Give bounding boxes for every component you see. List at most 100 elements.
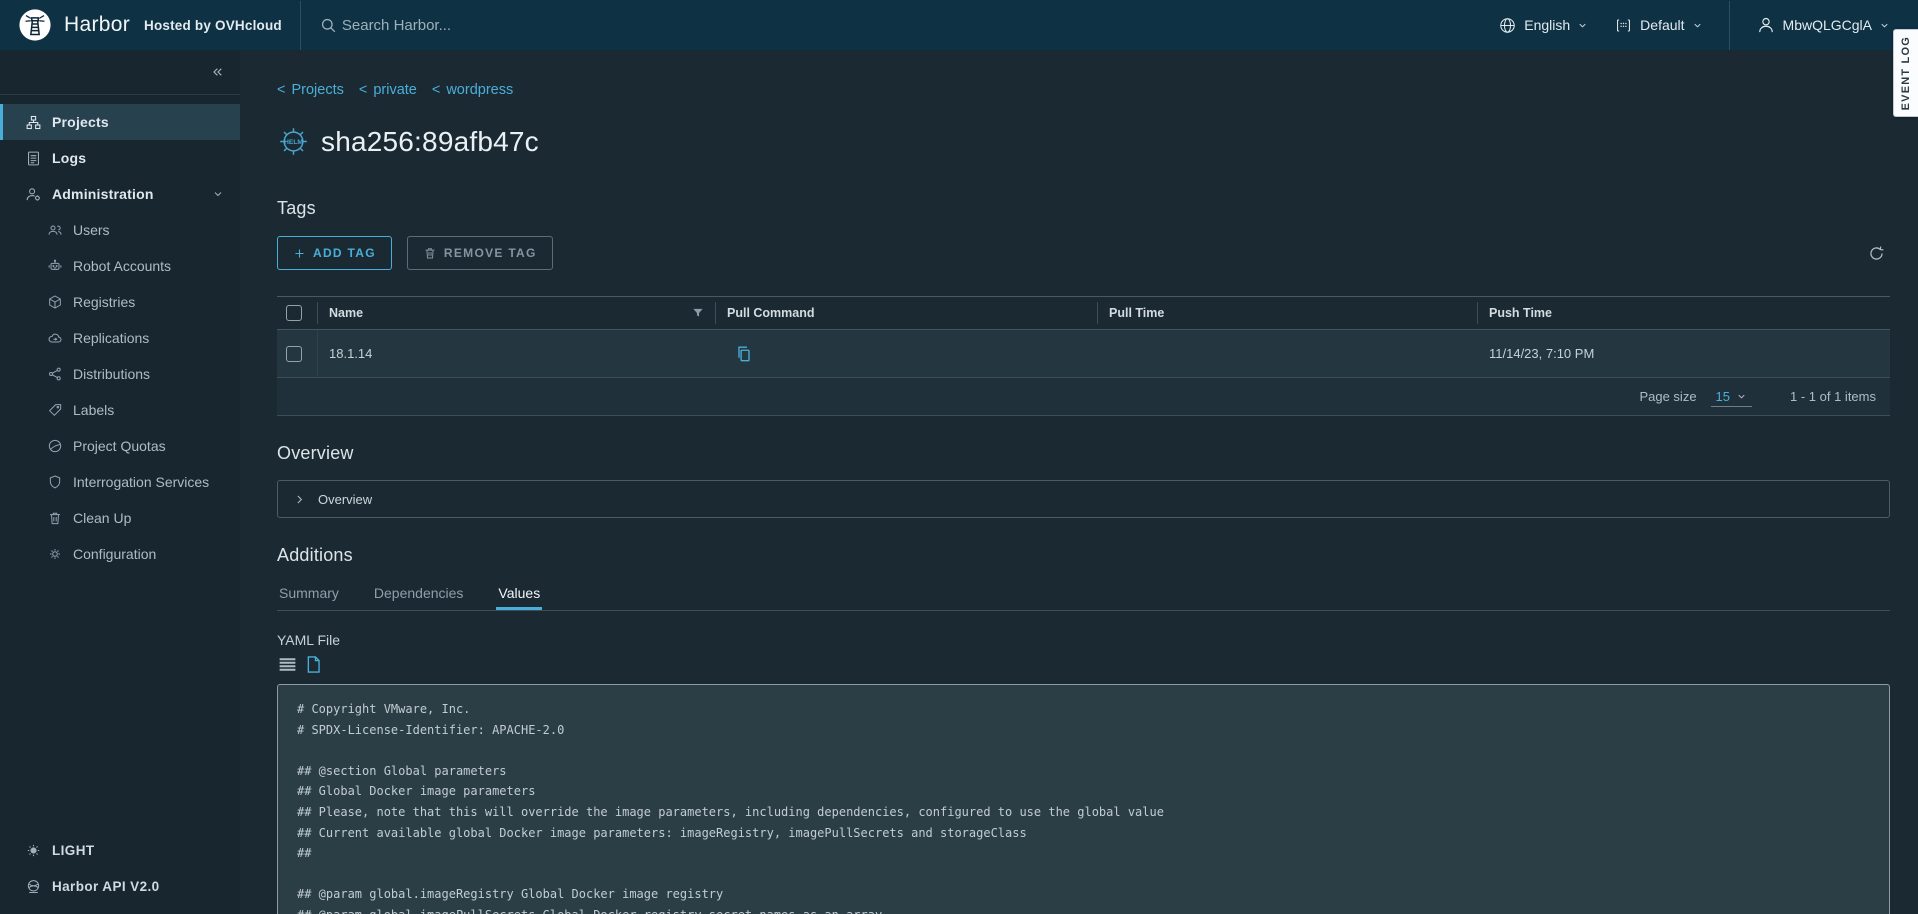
tab-summary[interactable]: Summary (277, 579, 341, 610)
sidebar-item-label: Distributions (73, 366, 150, 382)
sidebar-footer: LIGHT Harbor API V2.0 (0, 832, 240, 904)
overview-accordion-label: Overview (318, 492, 372, 507)
table-header-row: Name Pull Command Pull Time Push Time (277, 296, 1890, 330)
remove-tag-label: REMOVE TAG (444, 246, 537, 260)
page-size-label: Page size (1639, 389, 1696, 404)
page-size-select[interactable]: 15 (1711, 387, 1752, 407)
user-icon (1756, 15, 1776, 35)
collapse-sidebar-button[interactable] (0, 50, 240, 95)
tags-section-title: Tags (277, 198, 1890, 219)
yaml-code-block[interactable]: # Copyright VMware, Inc. # SPDX-License-… (277, 684, 1890, 914)
refresh-button[interactable] (1867, 244, 1886, 263)
language-label: English (1524, 17, 1570, 33)
quota-icon (47, 438, 63, 454)
breadcrumb-private[interactable]: < private (359, 82, 417, 98)
sidebar-item-label: Project Quotas (73, 438, 166, 454)
share-icon (47, 366, 63, 382)
chevron-down-icon (1577, 20, 1588, 31)
row-checkbox[interactable] (286, 346, 302, 362)
breadcrumb-label: wordpress (446, 82, 513, 98)
sidebar-item-label: Configuration (73, 546, 156, 562)
breadcrumb-projects[interactable]: < Projects (277, 82, 344, 98)
breadcrumb-label: private (373, 82, 417, 98)
list-view-icon[interactable] (277, 654, 298, 675)
users-icon (47, 222, 63, 238)
sidebar-item-clean-up[interactable]: Clean Up (0, 500, 240, 536)
sidebar: Projects Logs Administration Users (0, 50, 240, 914)
sidebar-item-label: Labels (73, 402, 114, 418)
theme-toggle-label: LIGHT (52, 843, 95, 858)
sidebar-item-robot-accounts[interactable]: Robot Accounts (0, 248, 240, 284)
double-chevron-left-icon (209, 64, 225, 80)
user-menu[interactable]: MbwQLGCglA (1756, 15, 1890, 35)
refresh-icon (1867, 244, 1886, 263)
sidebar-item-replications[interactable]: Replications (0, 320, 240, 356)
column-header-pull-command: Pull Command (727, 306, 815, 320)
add-tag-button[interactable]: ADD TAG (277, 236, 392, 270)
event-log-tab[interactable]: EVENT LOG (1893, 29, 1918, 117)
chevron-down-icon (1692, 20, 1703, 31)
sidebar-item-labels[interactable]: Labels (0, 392, 240, 428)
sidebar-item-users[interactable]: Users (0, 212, 240, 248)
sidebar-item-label: Administration (52, 186, 154, 202)
chevron-right-icon (293, 493, 306, 506)
search-input[interactable] (342, 17, 662, 34)
yaml-file-label: YAML File (277, 632, 1890, 648)
harbor-api-link[interactable]: Harbor API V2.0 (0, 868, 240, 904)
sidebar-nav: Projects Logs Administration Users (0, 95, 240, 572)
additions-tabs: Summary Dependencies Values (277, 579, 1890, 611)
sidebar-item-logs[interactable]: Logs (0, 140, 240, 176)
plus-icon (293, 247, 306, 260)
table-row[interactable]: 18.1.14 11/14/23, 7:10 PM (277, 330, 1890, 378)
sidebar-item-projects[interactable]: Projects (0, 104, 240, 140)
gear-icon (47, 546, 63, 562)
harbor-logo-icon[interactable] (18, 8, 52, 42)
cloud-icon (47, 330, 63, 346)
app-header: Harbor Hosted by OVHcloud English Defaul… (0, 0, 1918, 50)
sidebar-item-label: Interrogation Services (73, 474, 209, 490)
brand-title[interactable]: Harbor (64, 13, 130, 37)
sidebar-item-configuration[interactable]: Configuration (0, 536, 240, 572)
sidebar-item-distributions[interactable]: Distributions (0, 356, 240, 392)
search-icon (319, 16, 338, 35)
shield-icon (47, 474, 63, 490)
tag-icon (47, 402, 63, 418)
sidebar-item-label: Projects (52, 114, 109, 130)
table-footer: Page size 15 1 - 1 of 1 items (277, 378, 1890, 416)
breadcrumb-separator: < (432, 82, 440, 98)
artifact-title-row: HELM sha256:89afb47c (277, 125, 1890, 158)
sidebar-item-label: Users (73, 222, 110, 238)
helm-icon: HELM (277, 125, 310, 158)
event-log-label: EVENT LOG (1900, 36, 1912, 110)
overview-accordion[interactable]: Overview (277, 480, 1890, 518)
tab-dependencies[interactable]: Dependencies (372, 579, 466, 610)
tag-name-cell: 18.1.14 (329, 346, 372, 361)
robot-icon (47, 258, 63, 274)
sidebar-item-registries[interactable]: Registries (0, 284, 240, 320)
theme-dropdown[interactable]: Default (1614, 16, 1702, 35)
language-dropdown[interactable]: English (1498, 16, 1588, 35)
sidebar-item-label: Registries (73, 294, 135, 310)
breadcrumb-label: Projects (291, 82, 343, 98)
cube-icon (47, 294, 63, 310)
theme-toggle-light[interactable]: LIGHT (0, 832, 240, 868)
overview-section-title: Overview (277, 443, 1890, 464)
sun-icon (25, 842, 42, 859)
sidebar-item-administration[interactable]: Administration (0, 176, 240, 212)
sidebar-item-label: Logs (52, 150, 86, 166)
copy-icon[interactable] (734, 344, 754, 364)
select-all-checkbox[interactable] (286, 305, 302, 321)
chevron-down-icon (212, 188, 224, 200)
remove-tag-button[interactable]: REMOVE TAG (407, 236, 553, 270)
filter-icon[interactable] (691, 306, 705, 320)
svg-text:HELM: HELM (284, 139, 303, 146)
tab-values[interactable]: Values (496, 579, 542, 610)
sidebar-item-interrogation-services[interactable]: Interrogation Services (0, 464, 240, 500)
trash-icon (47, 510, 63, 526)
raw-file-icon[interactable] (304, 654, 323, 675)
breadcrumb-wordpress[interactable]: < wordpress (432, 82, 513, 98)
admin-user-icon (25, 186, 42, 203)
chevron-down-icon (1736, 391, 1747, 402)
column-header-pull-time: Pull Time (1109, 306, 1164, 320)
sidebar-item-project-quotas[interactable]: Project Quotas (0, 428, 240, 464)
